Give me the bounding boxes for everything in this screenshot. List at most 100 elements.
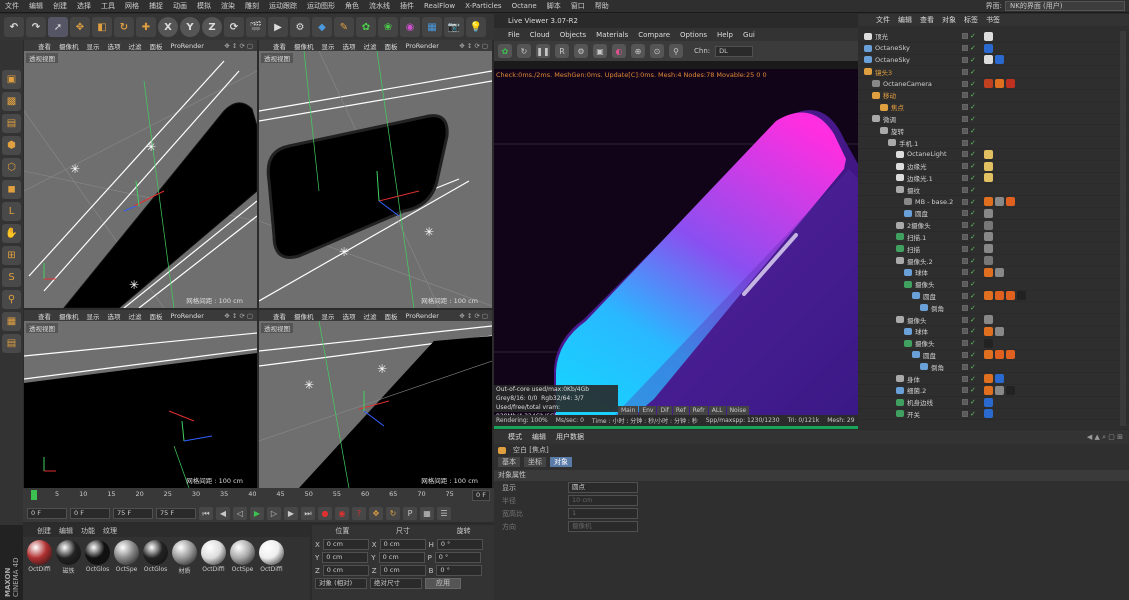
viewport-menu-item[interactable]: 面板 (150, 41, 163, 51)
subtab-basic[interactable]: 基本 (498, 457, 520, 467)
object-name[interactable]: 摄像头 (915, 279, 935, 289)
viewport-menu-item[interactable]: ProRender (171, 312, 204, 320)
apply-button[interactable]: 应用 (425, 578, 461, 589)
object-row[interactable]: 球体 ✓ (858, 326, 1129, 338)
menu-item[interactable]: 捕捉 (144, 1, 168, 11)
menu-item[interactable]: RealFlow (419, 2, 460, 10)
menu-item[interactable]: 选择 (72, 1, 96, 11)
viewport-menu-item[interactable]: 选项 (343, 311, 356, 321)
object-row[interactable]: 圆盘 ✓ (858, 291, 1129, 303)
object-name[interactable]: OctaneSky (875, 56, 910, 64)
menu-item[interactable]: 运动跟踪 (264, 1, 302, 11)
attr-tab-edit[interactable]: 编辑 (532, 432, 546, 442)
visibility-toggles[interactable]: ✓ (962, 139, 976, 147)
render-settings-icon[interactable]: ⚙ (290, 17, 310, 37)
send-scene-icon[interactable]: ✿ (498, 44, 512, 58)
material-item[interactable]: OctDiffi (258, 540, 285, 575)
visibility-toggles[interactable]: ✓ (962, 162, 976, 170)
undo-icon[interactable]: ↶ (4, 17, 24, 37)
render-pass-tab[interactable]: Env (639, 406, 657, 415)
object-row[interactable]: 焦点 ✓ (858, 102, 1129, 114)
rotation-field[interactable]: 0 ° (434, 552, 481, 563)
viewport-nav-icons[interactable]: ✥ ↕ ⟳ ▢ (224, 42, 257, 50)
object-tag-icon[interactable] (984, 409, 993, 419)
add-tool-icon[interactable]: ✚ (136, 17, 156, 37)
object-tag-icon[interactable] (984, 208, 993, 218)
material-item[interactable]: OctSpe (229, 540, 256, 575)
object-tag-icon[interactable] (984, 256, 993, 266)
floor-icon[interactable]: ▦ (422, 17, 442, 37)
object-tag-icon[interactable] (1006, 79, 1015, 89)
object-tag-icon[interactable] (984, 350, 993, 360)
object-tag-icon[interactable] (984, 315, 993, 325)
visibility-toggles[interactable]: ✓ (962, 316, 976, 324)
object-row[interactable]: 身体 ✓ (858, 373, 1129, 385)
object-tag-icon[interactable] (984, 55, 993, 65)
visibility-toggles[interactable]: ✓ (962, 327, 976, 335)
viewport-menu-item[interactable]: 显示 (87, 41, 100, 51)
visibility-toggles[interactable]: ✓ (962, 398, 976, 406)
object-tag-icon[interactable] (995, 326, 1004, 336)
object-row[interactable]: 球体 ✓ (858, 267, 1129, 279)
object-tag-icon[interactable] (984, 291, 993, 301)
viewport-menu-item[interactable]: 摄像机 (59, 41, 79, 51)
pick-focus-icon[interactable]: ⊙ (650, 44, 664, 58)
object-tag-icon[interactable] (1017, 291, 1026, 301)
grid-icon[interactable]: ▦ (2, 312, 21, 331)
menu-item[interactable]: 工具 (96, 1, 120, 11)
om-menu-item[interactable]: 查看 (920, 15, 934, 25)
region-icon[interactable]: R (555, 44, 569, 58)
prev-frame-icon[interactable]: ◁ (233, 507, 247, 520)
om-menu-item[interactable]: 书签 (986, 15, 1000, 25)
scale-tool-icon[interactable]: ◧ (92, 17, 112, 37)
object-row[interactable]: 细菌.2 ✓ (858, 385, 1129, 397)
position-field[interactable]: 0 cm (322, 565, 369, 576)
object-name[interactable]: OctaneLight (907, 150, 947, 158)
material-menu-item[interactable]: 纹理 (103, 526, 117, 536)
cube-icon[interactable]: ◆ (312, 17, 332, 37)
model-mode-icon[interactable]: ▣ (2, 70, 21, 89)
object-tag-icon[interactable] (984, 79, 993, 89)
material-item[interactable]: OctGlos (142, 540, 169, 575)
next-key-icon[interactable]: ▶ (284, 507, 298, 520)
viewport-menu-item[interactable]: 摄像机 (294, 41, 314, 51)
visibility-toggles[interactable]: ✓ (962, 127, 976, 135)
material-ball-icon[interactable]: ◐ (612, 44, 626, 58)
object-row[interactable]: 扫描.1 ✓ (858, 232, 1129, 244)
snap-icon[interactable]: ⊞ (2, 246, 21, 265)
next-frame-icon[interactable]: ▷ (267, 507, 281, 520)
rotate-key-icon[interactable]: ↻ (386, 507, 400, 520)
visibility-toggles[interactable]: ✓ (962, 209, 976, 217)
object-tag-icon[interactable] (984, 149, 993, 159)
material-item[interactable]: 磁铁 (55, 540, 82, 575)
material-item[interactable]: OctGlos (84, 540, 111, 575)
object-name[interactable]: MB - base.2 (915, 198, 953, 206)
visibility-toggles[interactable]: ✓ (962, 268, 976, 276)
object-row[interactable]: 摄像头 ✓ (858, 314, 1129, 326)
object-name[interactable]: 圆盘 (923, 350, 936, 360)
lv-menu-item[interactable]: Materials (596, 31, 628, 39)
viewport-menu-item[interactable]: 显示 (322, 41, 335, 51)
property-value[interactable]: 摄像机 (568, 521, 638, 532)
material-menu-item[interactable]: 功能 (81, 526, 95, 536)
object-tag-icon[interactable] (995, 267, 1004, 277)
viewport-menu-item[interactable]: 查看 (38, 41, 51, 51)
size-field[interactable]: 0 cm (379, 539, 426, 550)
viewport-menu-item[interactable]: 过滤 (364, 41, 377, 51)
render-pass-tab[interactable]: Noise (726, 406, 750, 415)
object-tag-icon[interactable] (984, 173, 993, 183)
object-name[interactable]: 圆盘 (923, 291, 936, 301)
menu-item[interactable]: 雕刻 (240, 1, 264, 11)
object-tag-icon[interactable] (995, 55, 1004, 65)
material-item[interactable]: OctDiffi (200, 540, 227, 575)
lv-menu-item[interactable]: Options (680, 31, 707, 39)
polygons-mode-icon[interactable]: ◼ (2, 180, 21, 199)
lock-icon[interactable]: ⊕ (631, 44, 645, 58)
object-name[interactable]: 摄像头 (915, 338, 935, 348)
viewport-menu-item[interactable]: 显示 (322, 311, 335, 321)
om-menu-item[interactable]: 编辑 (898, 15, 912, 25)
visibility-toggles[interactable]: ✓ (962, 245, 976, 253)
subdivision-icon[interactable]: ✿ (356, 17, 376, 37)
deformer-icon[interactable]: ◉ (400, 17, 420, 37)
viewport-menu-item[interactable]: 摄像机 (294, 311, 314, 321)
